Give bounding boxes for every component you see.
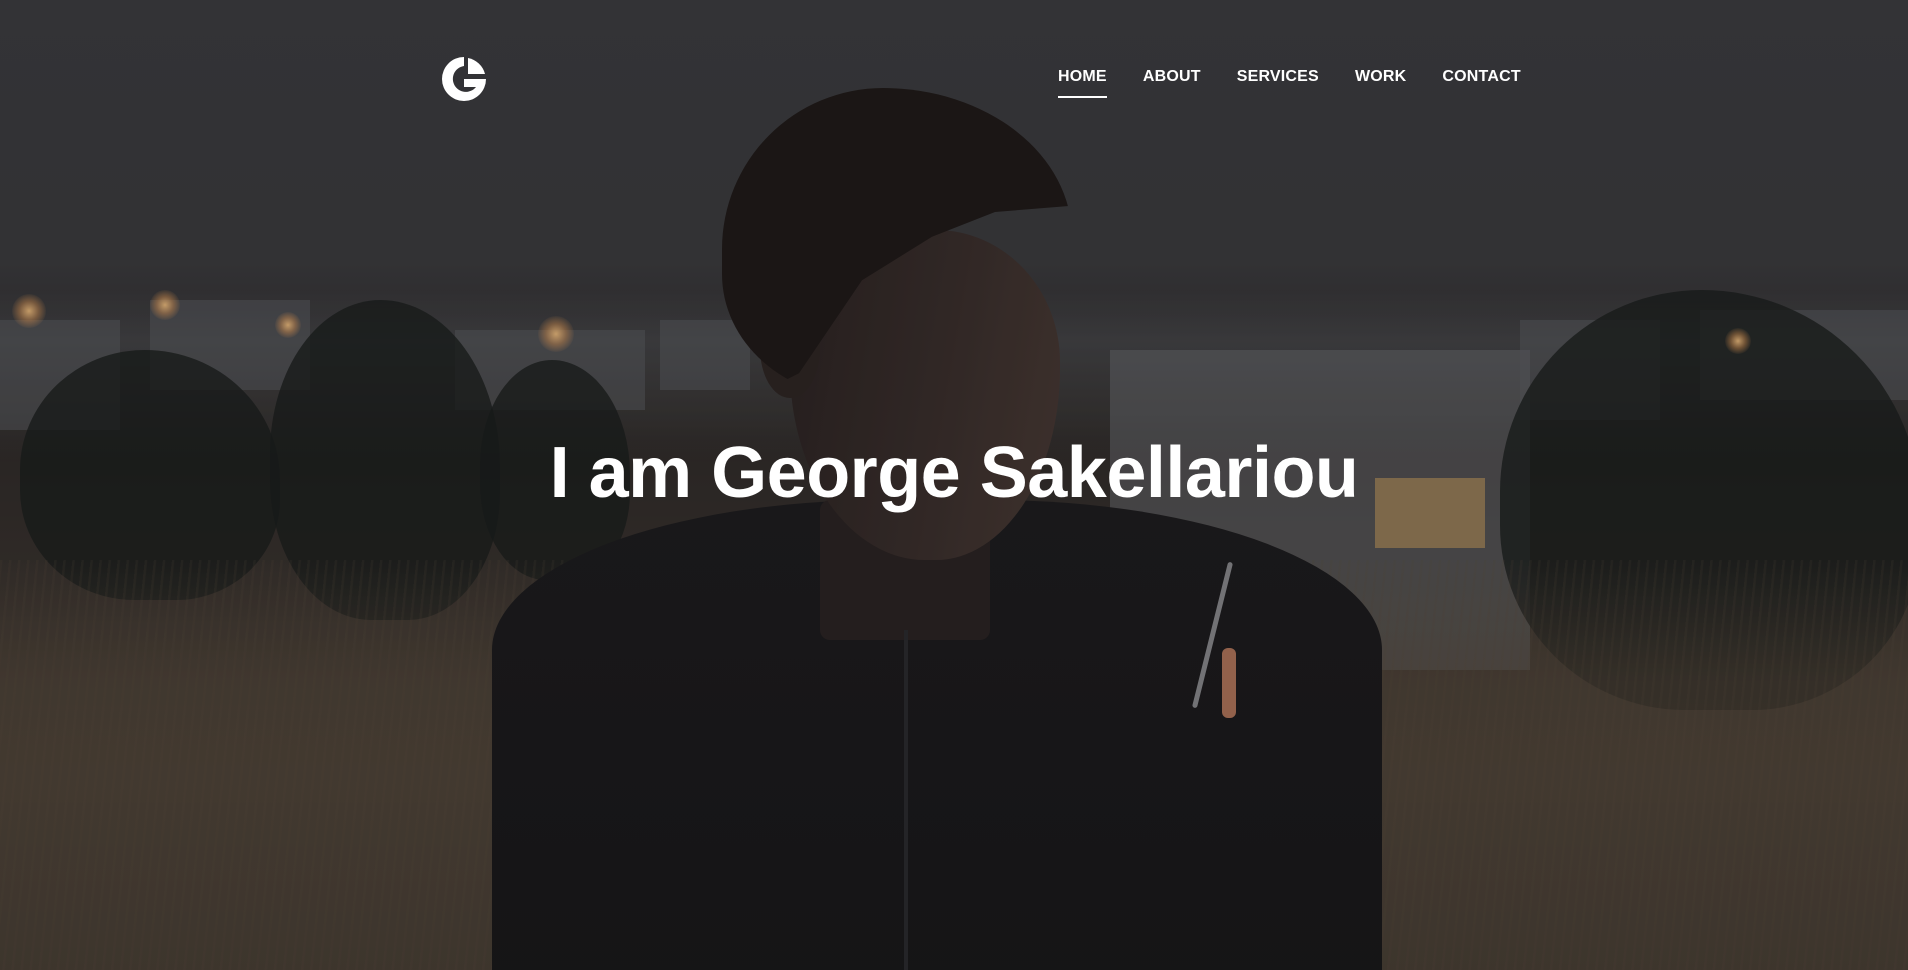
main-nav: HOME ABOUT SERVICES WORK CONTACT [1058,68,1521,98]
nav-work[interactable]: WORK [1355,68,1406,86]
g-circle-logo-icon[interactable] [440,54,488,104]
nav-contact[interactable]: CONTACT [1442,68,1520,86]
hero-section: HOME ABOUT SERVICES WORK CONTACT I am Ge… [0,0,1908,970]
hero-headline: I am George Sakellariou [549,433,1359,513]
nav-about[interactable]: ABOUT [1143,68,1201,86]
nav-home[interactable]: HOME [1058,68,1107,98]
nav-services[interactable]: SERVICES [1237,68,1319,86]
